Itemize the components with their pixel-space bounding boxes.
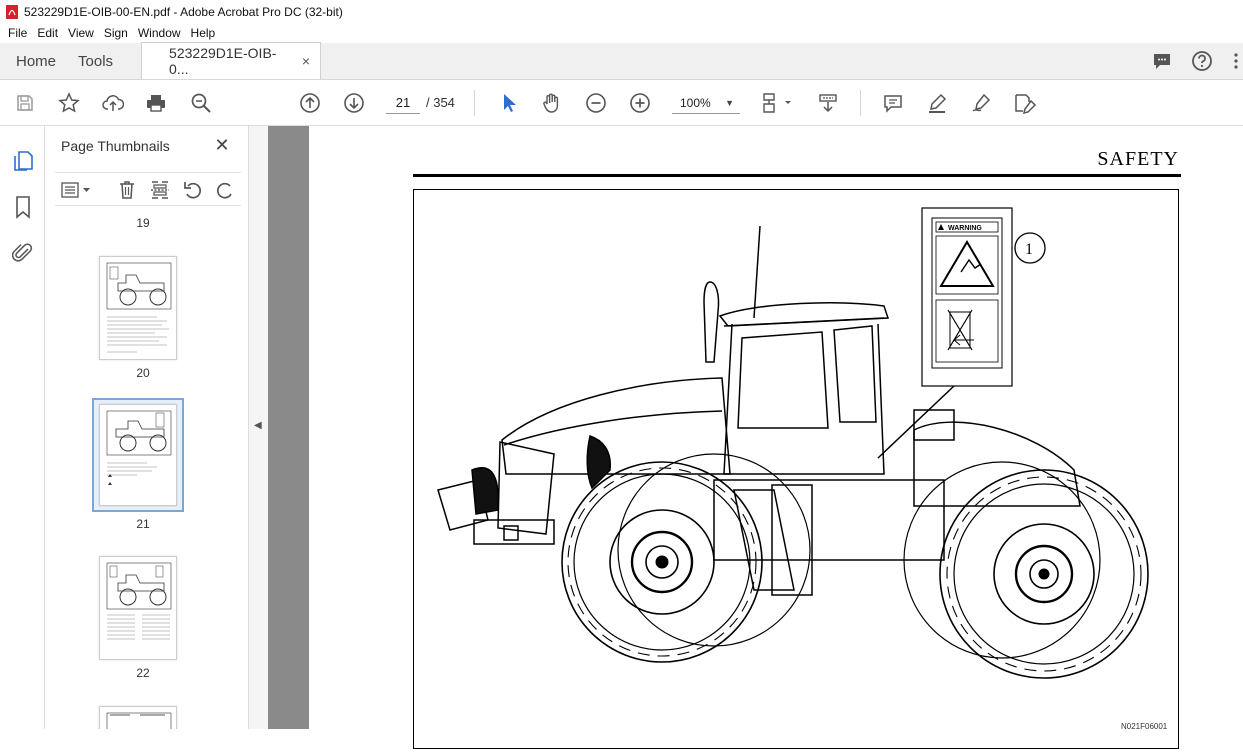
close-tab-icon[interactable]: × — [302, 53, 310, 69]
zoom-level-select[interactable]: 100% ▼ — [672, 92, 740, 114]
attachments-paperclip-icon[interactable] — [10, 240, 36, 266]
panel-title: Page Thumbnails — [61, 138, 170, 154]
rotate-clockwise-icon[interactable] — [213, 178, 237, 202]
extract-pages-icon[interactable] — [148, 178, 172, 202]
thumbnail-page-20[interactable] — [99, 256, 177, 360]
zoom-level-value: 100% — [680, 96, 711, 110]
thumbnail-label-21: 21 — [136, 517, 150, 531]
section-header: SAFETY — [1097, 148, 1179, 170]
document-tab-label: 523229D1E-OIB-0... — [169, 45, 277, 77]
chevron-down-icon: ▼ — [725, 98, 734, 108]
toolbar-divider — [860, 90, 861, 116]
header-rule — [413, 174, 1181, 177]
menu-edit[interactable]: Edit — [33, 26, 62, 40]
top-right-icons — [1149, 43, 1243, 79]
highlight-pen-icon[interactable] — [924, 90, 950, 116]
figure-frame: WARNING 1 — [413, 189, 1179, 749]
zoom-search-icon[interactable] — [188, 90, 214, 116]
close-panel-icon[interactable]: ✕ — [211, 134, 233, 156]
figure-code: N021F06001 — [1121, 722, 1168, 731]
rotate-counterclockwise-icon[interactable] — [181, 178, 205, 202]
tab-bar: Home Tools 523229D1E-OIB-0... × — [0, 42, 1243, 80]
menu-sign[interactable]: Sign — [100, 26, 132, 40]
menu-help[interactable]: Help — [187, 26, 220, 40]
help-icon[interactable] — [1189, 48, 1215, 74]
main-toolbar: 21 / 354 100% ▼ — [0, 80, 1243, 126]
scroll-mode-icon[interactable] — [815, 90, 841, 116]
page-number-input[interactable]: 21 — [386, 92, 420, 114]
left-navigation-rail — [0, 126, 45, 729]
fill-sign-icon[interactable] — [1012, 90, 1038, 116]
page-thumbnails-icon[interactable] — [10, 148, 36, 174]
document-view[interactable]: SAFETY WARNING 1 N021F06001 — [268, 126, 1243, 749]
add-comment-icon[interactable] — [880, 90, 906, 116]
thumbnail-page-22[interactable] — [99, 556, 177, 660]
page-thumbnails-panel: Page Thumbnails ✕ 19 20 21 22 — [45, 126, 287, 729]
tab-document[interactable]: 523229D1E-OIB-0... × — [141, 42, 322, 79]
thumbnail-label-19: 19 — [136, 216, 150, 230]
thumbnail-page-23[interactable] — [99, 706, 177, 729]
hand-tool-icon[interactable] — [539, 90, 565, 116]
thumbnail-label-22: 22 — [136, 666, 150, 680]
callout-number: 1 — [1025, 241, 1033, 258]
zoom-in-icon[interactable] — [627, 90, 653, 116]
thumbnail-page-21[interactable] — [99, 404, 177, 506]
warning-decal: WARNING — [921, 207, 1013, 387]
previous-page-icon[interactable] — [297, 90, 323, 116]
upload-cloud-icon[interactable] — [100, 90, 126, 116]
menu-window[interactable]: Window — [134, 26, 185, 40]
print-icon[interactable] — [143, 90, 169, 116]
zoom-out-icon[interactable] — [583, 90, 609, 116]
panel-collapse-strip[interactable]: ◀ — [249, 126, 268, 729]
save-icon[interactable] — [12, 90, 38, 116]
next-page-icon[interactable] — [341, 90, 367, 116]
menu-bar: File Edit View Sign Window Help — [0, 23, 1243, 43]
thumbnail-label-20: 20 — [136, 366, 150, 380]
pdf-page: SAFETY WARNING 1 N021F06001 — [309, 126, 1243, 749]
collapse-left-arrow-icon[interactable]: ◀ — [254, 420, 262, 431]
acrobat-logo-icon — [6, 4, 18, 19]
menu-view[interactable]: View — [64, 26, 98, 40]
tractor-illustration: WARNING 1 — [437, 207, 1149, 679]
bookmarks-icon[interactable] — [10, 194, 36, 220]
panel-toolbar — [55, 172, 241, 206]
comment-bubble-icon[interactable] — [1149, 48, 1175, 74]
select-cursor-icon[interactable] — [496, 90, 522, 116]
thumbnail-list: 19 20 21 22 — [55, 212, 231, 729]
page-total: / 354 — [426, 95, 455, 110]
delete-page-icon[interactable] — [115, 178, 139, 202]
bookmark-star-icon[interactable] — [56, 90, 82, 116]
warning-decal-label: WARNING — [948, 225, 982, 232]
more-options-icon[interactable] — [1229, 48, 1243, 74]
window-title: 523229D1E-OIB-00-EN.pdf - Adobe Acrobat … — [24, 4, 343, 19]
toolbar-divider — [474, 90, 475, 116]
page-display-icon[interactable] — [760, 90, 796, 116]
tab-home[interactable]: Home — [0, 43, 72, 79]
title-bar: 523229D1E-OIB-00-EN.pdf - Adobe Acrobat … — [0, 0, 1243, 23]
thumbnail-options-icon[interactable] — [59, 178, 95, 202]
tab-tools[interactable]: Tools — [72, 43, 129, 79]
draw-sign-icon[interactable] — [968, 90, 994, 116]
menu-file[interactable]: File — [4, 26, 31, 40]
